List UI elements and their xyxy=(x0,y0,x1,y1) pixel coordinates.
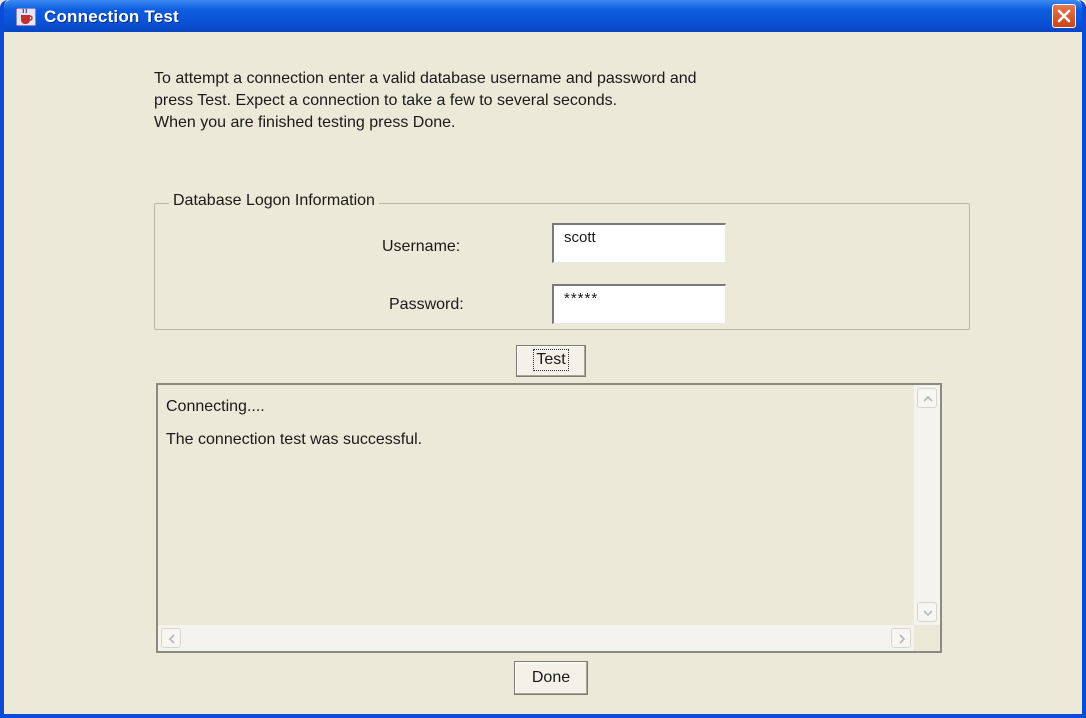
chevron-down-icon xyxy=(923,610,933,617)
logon-groupbox-legend: Database Logon Information xyxy=(169,192,379,210)
username-field[interactable]: scott xyxy=(552,223,726,263)
close-x-icon xyxy=(1057,9,1071,23)
output-line: Connecting.... xyxy=(166,398,265,415)
scroll-up-button[interactable] xyxy=(917,388,937,408)
connection-test-window: Connection Test To attempt a connection … xyxy=(0,0,1086,718)
chevron-left-icon xyxy=(168,634,175,644)
java-cup-icon xyxy=(16,8,36,26)
scrollbar-corner xyxy=(914,625,940,651)
scroll-right-button[interactable] xyxy=(891,628,911,648)
done-button[interactable]: Done xyxy=(514,661,588,695)
instructions-line: When you are finished testing press Done… xyxy=(154,114,456,131)
password-field[interactable]: ***** xyxy=(552,284,726,324)
test-button[interactable]: Test xyxy=(516,345,586,377)
chevron-right-icon xyxy=(899,634,906,644)
vertical-scrollbar[interactable] xyxy=(914,385,940,625)
output-line: The connection test was successful. xyxy=(166,431,423,448)
instructions-line: To attempt a connection enter a valid da… xyxy=(154,70,697,87)
test-button-label: Test xyxy=(533,349,569,371)
instructions-text: To attempt a connection enter a valid da… xyxy=(154,68,697,134)
chevron-up-icon xyxy=(923,395,933,402)
horizontal-scrollbar[interactable] xyxy=(158,625,914,651)
connection-output-area[interactable]: Connecting.... The connection test was s… xyxy=(156,383,942,653)
window-title: Connection Test xyxy=(44,7,179,26)
instructions-line: press Test. Expect a connection to take … xyxy=(154,92,618,109)
password-label: Password: xyxy=(389,296,464,313)
output-text: Connecting.... The connection test was s… xyxy=(166,395,422,451)
title-bar[interactable]: Connection Test xyxy=(4,0,1082,32)
scroll-left-button[interactable] xyxy=(161,628,181,648)
scroll-down-button[interactable] xyxy=(917,602,937,622)
username-label: Username: xyxy=(382,238,461,255)
close-button[interactable] xyxy=(1052,4,1076,28)
